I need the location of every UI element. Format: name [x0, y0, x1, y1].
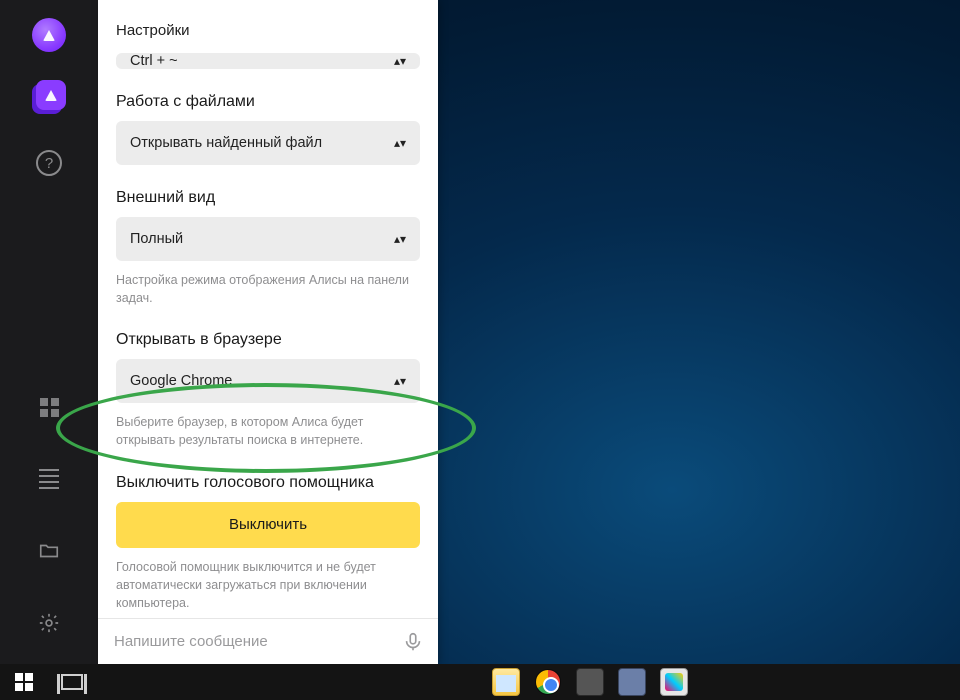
files-select[interactable]: Открывать найденный файл ▴▾ [116, 121, 420, 165]
browser-value: Google Chrome [130, 373, 232, 389]
disable-section: Выключить голосового помощника Выключить… [116, 468, 420, 612]
settings-panel: Настройки Ctrl + ~ ▴▾ Работа с файлами О… [98, 0, 438, 664]
folder-icon[interactable] [26, 528, 72, 574]
taskbar-chrome[interactable] [528, 664, 568, 700]
app-icon [618, 668, 646, 696]
disable-button[interactable]: Выключить [116, 502, 420, 548]
updown-icon: ▴▾ [394, 232, 406, 246]
appearance-value: Полный [130, 231, 183, 247]
hotkey-select[interactable]: Ctrl + ~ ▴▾ [116, 53, 420, 69]
message-input[interactable] [114, 633, 402, 650]
file-explorer-icon [492, 668, 520, 696]
browser-section: Открывать в браузере Google Chrome ▴▾ Вы… [116, 325, 420, 449]
task-view-button[interactable] [48, 664, 96, 700]
microphone-icon[interactable] [402, 631, 424, 653]
taskbar-apps [486, 664, 694, 700]
start-button[interactable] [0, 664, 48, 700]
appearance-title: Внешний вид [116, 189, 420, 207]
message-row [98, 618, 438, 664]
appearance-help: Настройка режима отображения Алисы на па… [116, 271, 420, 307]
chrome-icon [535, 669, 561, 695]
appearance-select[interactable]: Полный ▴▾ [116, 217, 420, 261]
list-icon[interactable] [26, 456, 72, 502]
rail-top-group: ? [26, 12, 72, 186]
panel-title: Настройки [98, 0, 438, 53]
apps-grid-icon[interactable] [26, 384, 72, 430]
browser-help: Выберите браузер, в котором Алиса будет … [116, 413, 420, 449]
task-view-icon [61, 674, 83, 690]
alice-stack-icon[interactable] [26, 76, 72, 122]
updown-icon: ▴▾ [394, 54, 406, 68]
taskbar-app-3[interactable] [570, 664, 610, 700]
browser-title: Открывать в браузере [116, 331, 420, 349]
disable-button-label: Выключить [229, 516, 307, 533]
files-value: Открывать найденный файл [130, 135, 322, 151]
help-icon[interactable]: ? [26, 140, 72, 186]
alice-icon[interactable] [26, 12, 72, 58]
disable-title: Выключить голосового помощника [116, 474, 420, 492]
hotkey-value: Ctrl + ~ [130, 53, 178, 69]
app-icon [576, 668, 604, 696]
paint-icon [660, 668, 688, 696]
settings-icon[interactable] [26, 600, 72, 646]
panel-body: Ctrl + ~ ▴▾ Работа с файлами Открывать н… [98, 53, 438, 618]
files-title: Работа с файлами [116, 93, 420, 111]
disable-help: Голосовой помощник выключится и не будет… [116, 558, 420, 612]
taskbar-paint[interactable] [654, 664, 694, 700]
browser-select[interactable]: Google Chrome ▴▾ [116, 359, 420, 403]
taskbar-app-4[interactable] [612, 664, 652, 700]
taskbar-file-explorer[interactable] [486, 664, 526, 700]
files-section: Работа с файлами Открывать найденный фай… [116, 87, 420, 165]
windows-taskbar [0, 664, 960, 700]
rail-bottom-group [26, 384, 72, 664]
updown-icon: ▴▾ [394, 374, 406, 388]
app-left-rail: ? [0, 0, 98, 664]
appearance-section: Внешний вид Полный ▴▾ Настройка режима о… [116, 183, 420, 307]
windows-logo-icon [15, 673, 33, 691]
updown-icon: ▴▾ [394, 136, 406, 150]
